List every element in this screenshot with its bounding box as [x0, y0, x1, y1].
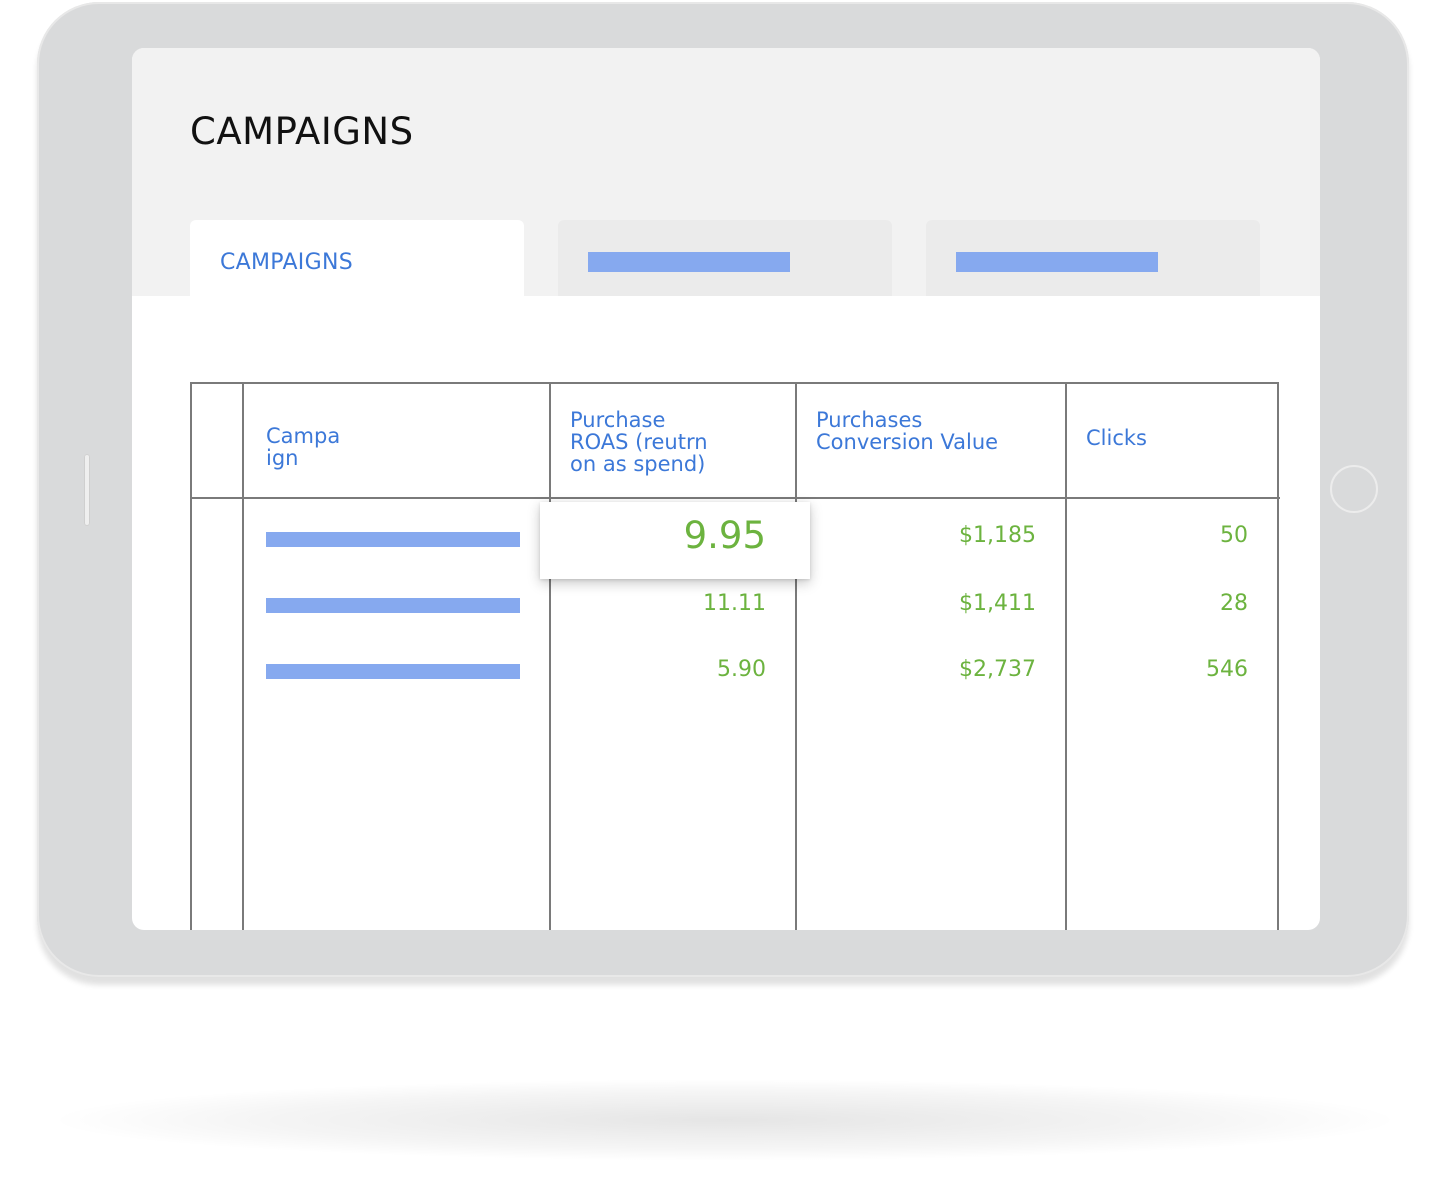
- campaign-name-placeholder[interactable]: [266, 598, 520, 613]
- column-divider: [549, 382, 551, 930]
- tab-3[interactable]: [926, 220, 1260, 296]
- column-header-roas[interactable]: Purchase ROAS (reutrn on as spend): [570, 409, 708, 475]
- column-header-roas-line: Purchase: [570, 408, 666, 432]
- roas-cell: 11.11: [703, 591, 766, 616]
- tablet-screen: CAMPAIGNS CAMPAIGNS Campa ign Purchase R…: [132, 48, 1320, 930]
- clicks-cell: 546: [1206, 657, 1248, 682]
- column-divider: [1065, 382, 1067, 930]
- campaign-name-placeholder[interactable]: [266, 664, 520, 679]
- column-header-clicks-line: Clicks: [1086, 426, 1147, 450]
- campaign-name-placeholder[interactable]: [266, 532, 520, 547]
- column-header-campaign-line: ign: [266, 446, 299, 470]
- table-header-divider: [190, 497, 1280, 499]
- column-header-campaign-line: Campa: [266, 424, 341, 448]
- column-header-conversion-value-line: Purchases: [816, 408, 923, 432]
- highlighted-roas-card[interactable]: 9.95: [540, 502, 810, 579]
- clicks-cell: 50: [1220, 523, 1248, 548]
- column-divider: [795, 382, 797, 930]
- conversion-value-cell: $2,737: [959, 657, 1036, 682]
- table-right-border: [1277, 382, 1279, 930]
- column-header-roas-line: on as spend): [570, 452, 706, 476]
- column-header-conversion-value-line: Conversion Value: [816, 430, 999, 454]
- tab-campaigns[interactable]: CAMPAIGNS: [190, 220, 524, 296]
- table-top-border: [190, 382, 1279, 384]
- table-left-border: [190, 382, 192, 930]
- column-divider: [242, 382, 244, 930]
- tab-3-label-placeholder: [956, 252, 1158, 272]
- column-header-campaign[interactable]: Campa ign: [266, 425, 340, 469]
- page-header: CAMPAIGNS CAMPAIGNS: [132, 48, 1320, 296]
- conversion-value-cell: $1,411: [959, 591, 1036, 616]
- tab-2-label-placeholder: [588, 252, 790, 272]
- column-header-roas-line: ROAS (reutrn: [570, 430, 708, 454]
- roas-cell: 5.90: [717, 657, 766, 682]
- tab-campaigns-label: CAMPAIGNS: [220, 250, 353, 275]
- column-header-conversion-value[interactable]: Purchases Conversion Value: [816, 409, 998, 453]
- tab-2[interactable]: [558, 220, 892, 296]
- tablet-side-button-icon: [84, 454, 90, 526]
- highlighted-roas-value: 9.95: [683, 514, 766, 557]
- device-floor-shadow: [60, 1080, 1390, 1160]
- clicks-cell: 28: [1220, 591, 1248, 616]
- column-header-clicks[interactable]: Clicks: [1086, 427, 1147, 449]
- page-title: CAMPAIGNS: [190, 110, 414, 153]
- tablet-home-button-icon: [1330, 465, 1378, 513]
- conversion-value-cell: $1,185: [959, 523, 1036, 548]
